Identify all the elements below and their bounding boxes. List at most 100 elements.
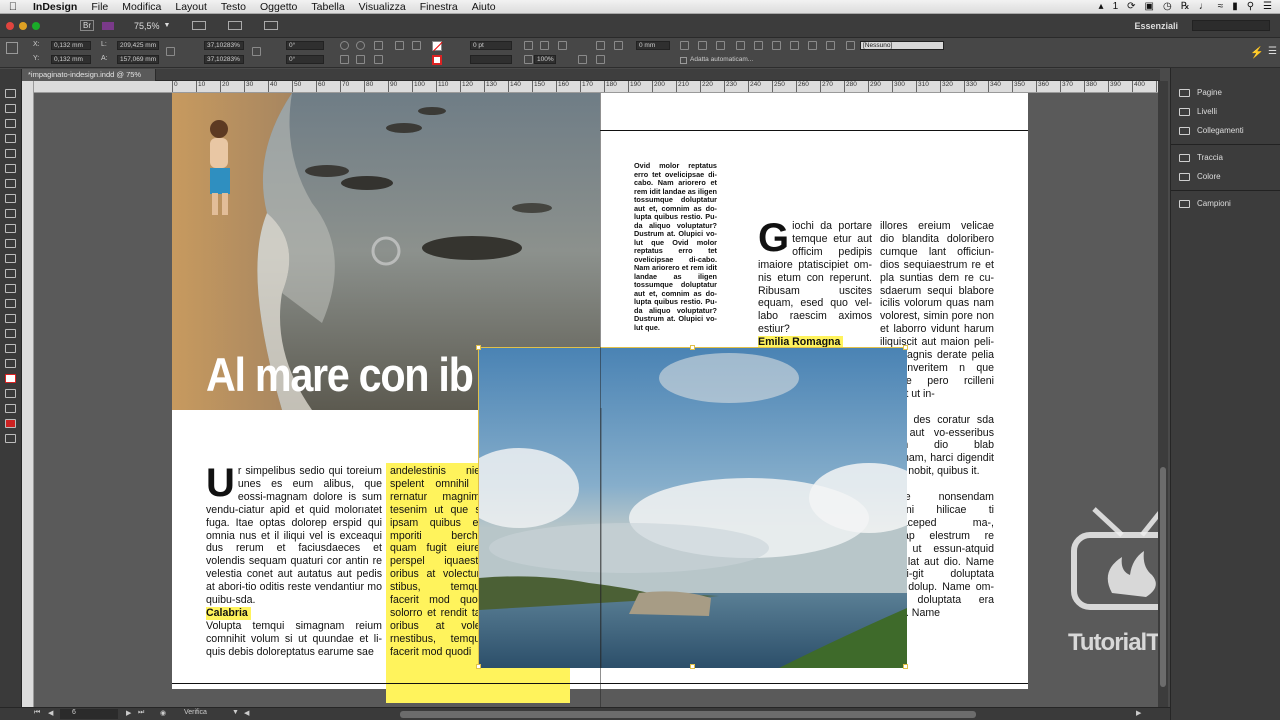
adobe-icon[interactable]: ▴ bbox=[1099, 1, 1104, 12]
effects-icon[interactable] bbox=[524, 41, 533, 50]
preflight-icon[interactable]: ◉ bbox=[160, 709, 166, 717]
battery-icon[interactable]: ▮ bbox=[1232, 1, 1238, 12]
object-style-icon[interactable] bbox=[846, 41, 855, 50]
type-tool-icon[interactable] bbox=[5, 164, 16, 173]
panel-traccia[interactable]: Traccia bbox=[1179, 153, 1223, 162]
scissors-tool-icon[interactable] bbox=[5, 254, 16, 263]
width-field[interactable]: 209,425 mm bbox=[117, 41, 159, 50]
last-page-icon[interactable]: ⏭ bbox=[138, 709, 144, 717]
shear-angle-field[interactable]: 0° bbox=[286, 55, 324, 64]
display-icon[interactable]: ▣ bbox=[1145, 1, 1154, 12]
preflight-status[interactable]: Verifica bbox=[184, 709, 207, 716]
distribute-icon[interactable] bbox=[790, 41, 799, 50]
x-field[interactable]: 0,132 mm bbox=[51, 41, 91, 50]
minimize-icon[interactable] bbox=[19, 21, 27, 30]
distribute-vertical-icon[interactable] bbox=[808, 41, 817, 50]
menu-modifica[interactable]: Modifica bbox=[115, 1, 168, 13]
panel-livelli[interactable]: Livelli bbox=[1179, 107, 1217, 116]
vertical-scrollbar[interactable] bbox=[1158, 81, 1168, 707]
panel-campioni[interactable]: Campioni bbox=[1179, 199, 1231, 208]
view-options-icon[interactable] bbox=[192, 21, 207, 30]
text-wrap-none-icon[interactable] bbox=[596, 41, 605, 50]
fit-content-icon[interactable] bbox=[614, 41, 623, 50]
align-bottom-icon[interactable] bbox=[772, 41, 781, 50]
link-scale-icon[interactable] bbox=[252, 47, 261, 56]
handle-bottom-right[interactable] bbox=[903, 664, 908, 669]
gradient-swatch-tool-icon[interactable] bbox=[5, 284, 16, 293]
scale-x-field[interactable]: 37,10283% bbox=[204, 41, 244, 50]
select-container-icon[interactable] bbox=[340, 55, 349, 64]
document-tab[interactable]: *impaginato-indesign.indd @ 75% bbox=[22, 69, 156, 81]
wifi-icon[interactable]: ≈ bbox=[1218, 1, 1224, 12]
handle-top[interactable] bbox=[690, 345, 695, 350]
panel-colore[interactable]: Colore bbox=[1179, 172, 1221, 181]
pencil-tool-icon[interactable] bbox=[5, 209, 16, 218]
handle-bottom[interactable] bbox=[690, 664, 695, 669]
shadow-icon[interactable] bbox=[540, 41, 549, 50]
apply-none-icon[interactable] bbox=[5, 419, 16, 428]
stroke-swatch[interactable] bbox=[432, 55, 442, 65]
gradient-feather-tool-icon[interactable] bbox=[5, 299, 16, 308]
eyedropper-tool-icon[interactable] bbox=[5, 329, 16, 338]
page-number-field[interactable]: 6 bbox=[60, 709, 118, 719]
fx-icon[interactable] bbox=[558, 41, 567, 50]
page-tool-icon[interactable] bbox=[5, 119, 16, 128]
height-field[interactable]: 157,069 mm bbox=[117, 55, 159, 64]
first-page-icon[interactable]: ⏮ bbox=[34, 709, 40, 717]
horizontal-ruler[interactable]: 0 10 20 30 40 50 60 70 80 90 100 110 120 130 140 150 160… bbox=[30, 81, 1160, 93]
chevron-down-icon[interactable]: ▼ bbox=[164, 22, 171, 29]
screen-mode-icon[interactable] bbox=[228, 21, 243, 30]
swap-fill-stroke-icon[interactable] bbox=[5, 389, 16, 398]
next-page-icon[interactable]: ▶ bbox=[126, 709, 131, 717]
align-center-icon[interactable] bbox=[698, 41, 707, 50]
autofit-checkbox[interactable] bbox=[680, 57, 687, 64]
menu-testo[interactable]: Testo bbox=[214, 1, 253, 13]
pen-tool-icon[interactable] bbox=[5, 194, 16, 203]
rectangle-tool-icon[interactable] bbox=[5, 239, 16, 248]
placed-landscape-image[interactable] bbox=[476, 345, 908, 669]
scroll-right-icon[interactable]: ▶ bbox=[1136, 709, 1141, 717]
rotate-ccw-icon[interactable] bbox=[356, 41, 365, 50]
volume-icon[interactable]: ♩ bbox=[1199, 1, 1209, 12]
y-field[interactable]: 0,132 mm bbox=[51, 55, 91, 64]
rotation-angle-field[interactable]: 0° bbox=[286, 41, 324, 50]
free-transform-tool-icon[interactable] bbox=[5, 269, 16, 278]
zoom-icon[interactable] bbox=[32, 21, 40, 30]
scale-y-field[interactable]: 37,10283% bbox=[204, 55, 244, 64]
handle-bottom-left[interactable] bbox=[476, 664, 481, 669]
bridge-button[interactable]: Br bbox=[80, 20, 94, 31]
flip-horizontal-icon[interactable] bbox=[374, 41, 383, 50]
list-icon[interactable]: ☰ bbox=[1263, 1, 1272, 12]
object-style-select[interactable]: [Nessuno] bbox=[860, 41, 944, 50]
fit-frame-icon[interactable] bbox=[596, 55, 605, 64]
rotate-cw-icon[interactable] bbox=[340, 41, 349, 50]
handle-top-left[interactable] bbox=[476, 345, 481, 350]
close-icon[interactable] bbox=[6, 21, 14, 30]
panel-pagine[interactable]: Pagine bbox=[1179, 88, 1222, 97]
align-middle-icon[interactable] bbox=[754, 41, 763, 50]
mini-bridge-icon[interactable] bbox=[102, 21, 114, 30]
menu-oggetto[interactable]: Oggetto bbox=[253, 1, 304, 13]
search-input[interactable] bbox=[1192, 20, 1270, 31]
handle-top-right[interactable] bbox=[903, 345, 908, 350]
content-collector-icon[interactable] bbox=[5, 149, 16, 158]
select-content-icon[interactable] bbox=[356, 55, 365, 64]
menu-visualizza[interactable]: Visualizza bbox=[352, 1, 413, 13]
view-mode-icon[interactable] bbox=[5, 434, 16, 443]
bluetooth-icon[interactable]: ℞ bbox=[1181, 1, 1190, 12]
opacity-field[interactable]: 100% bbox=[534, 55, 556, 64]
stroke-weight-field[interactable]: 0 pt bbox=[470, 41, 512, 50]
corner-options-icon[interactable] bbox=[578, 55, 587, 64]
offset-field[interactable]: 0 mm bbox=[636, 41, 670, 50]
lightning-icon[interactable]: ⚡ bbox=[1250, 46, 1264, 59]
apply-color-icon[interactable] bbox=[5, 404, 16, 413]
zoom-tool-icon[interactable] bbox=[5, 359, 16, 368]
panel-collegamenti[interactable]: Collegamenti bbox=[1179, 126, 1244, 135]
apple-icon[interactable]:  bbox=[0, 1, 26, 13]
constrain-proportions-icon[interactable] bbox=[166, 47, 175, 56]
document-canvas[interactable]: Al mare con ib Ur simpelibus sedio qui t… bbox=[34, 93, 1158, 707]
align-right-icon[interactable] bbox=[716, 41, 725, 50]
select-previous-icon[interactable] bbox=[395, 41, 404, 50]
previous-page-icon[interactable]: ◀ bbox=[48, 709, 53, 717]
spotlight-icon[interactable]: ⚲ bbox=[1247, 1, 1254, 12]
